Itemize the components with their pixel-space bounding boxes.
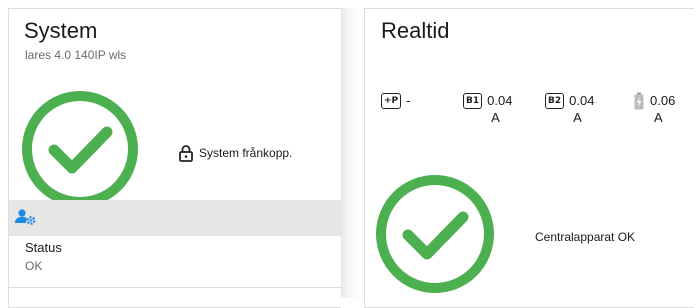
b2-chip-icon: B2	[545, 93, 565, 109]
lock-icon	[179, 145, 193, 162]
b1-value: 0.04	[487, 93, 513, 108]
lock-label: System frånkopp.	[199, 146, 293, 160]
realtime-item-b1: B1 0.04 A	[463, 92, 512, 126]
power-value: -	[406, 93, 411, 108]
b2-value: 0.04	[569, 93, 595, 108]
realtime-title: Realtid	[381, 18, 450, 43]
row-divider	[9, 287, 342, 288]
user-gear-icon[interactable]	[15, 208, 37, 226]
status-label: Status	[25, 240, 62, 255]
battery-value: 0.06	[650, 93, 676, 108]
system-title: System	[24, 18, 98, 43]
battery-unit: A	[654, 110, 663, 125]
power-chip-icon: +P	[381, 93, 402, 109]
realtime-item-battery: 0.06 A	[633, 92, 675, 126]
realtime-panel: Realtid +P - B1 0.04 A B2 0.04 A 0.06 A	[364, 8, 694, 308]
central-status-label: Centralapparat OK	[535, 230, 636, 244]
status-value: OK	[25, 259, 43, 273]
realtime-item-p: +P -	[381, 92, 410, 109]
system-lock-status: System frånkopp.	[179, 144, 292, 162]
central-check-circle-icon	[376, 175, 494, 293]
b1-unit: A	[491, 110, 500, 125]
system-panel: System lares 4.0 140IP wls System frånko…	[8, 8, 342, 308]
battery-icon	[634, 92, 644, 110]
system-model: lares 4.0 140IP wls	[25, 48, 127, 62]
b1-chip-icon: B1	[463, 93, 483, 109]
panel-divider	[341, 8, 364, 298]
user-bar	[9, 200, 342, 236]
check-circle-icon	[22, 91, 138, 207]
realtime-item-b2: B2 0.04 A	[545, 92, 594, 126]
b2-unit: A	[573, 110, 582, 125]
